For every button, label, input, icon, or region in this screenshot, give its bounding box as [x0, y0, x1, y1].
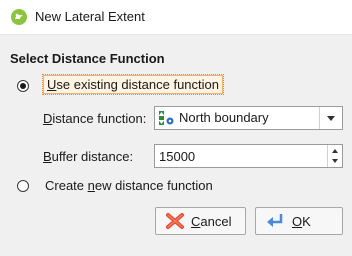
distance-function-icon: [158, 110, 176, 126]
buffer-distance-label: Buffer distance:: [43, 149, 133, 164]
use-existing-accel: U: [47, 77, 57, 92]
ok-text: K: [302, 214, 311, 229]
distance-function-accel: D: [43, 111, 53, 126]
use-existing-label[interactable]: Use existing distance function: [42, 74, 224, 95]
distance-function-select[interactable]: North boundary: [154, 106, 343, 130]
buffer-distance-text: uffer distance:: [51, 149, 134, 164]
title-bar: New Lateral Extent: [0, 0, 352, 35]
spin-buttons: [327, 145, 342, 167]
buffer-distance-spinbox[interactable]: [154, 144, 343, 168]
spin-down-icon[interactable]: [328, 156, 342, 167]
ok-accel: O: [292, 214, 303, 229]
ok-label: OK: [292, 214, 311, 229]
create-new-label[interactable]: Create new distance function: [45, 178, 213, 193]
buffer-distance-input[interactable]: [159, 147, 319, 165]
use-existing-text: se existing distance function: [56, 77, 219, 92]
create-new-text: ew distance function: [94, 178, 213, 193]
buffer-distance-accel: B: [43, 149, 52, 164]
use-existing-radio[interactable]: [17, 80, 29, 92]
cancel-accel: C: [191, 214, 201, 229]
create-new-accel: n: [87, 178, 95, 193]
ok-arrow-icon: [265, 212, 285, 230]
chevron-down-icon[interactable]: [319, 107, 342, 129]
create-new-prefix: Create: [45, 178, 88, 193]
spin-up-icon[interactable]: [328, 145, 342, 156]
cancel-label: Cancel: [191, 214, 231, 229]
cancel-x-icon: [165, 212, 185, 230]
cancel-text: ancel: [200, 214, 232, 229]
dialog-body: Select Distance Function Use existing di…: [0, 35, 352, 256]
distance-function-text: istance function:: [52, 111, 147, 126]
distance-function-value: North boundary: [179, 110, 269, 125]
leapfrog-app-icon: [11, 9, 27, 25]
ok-button[interactable]: OK: [255, 207, 343, 235]
window-title: New Lateral Extent: [35, 9, 145, 24]
distance-function-label: Distance function:: [43, 111, 146, 126]
create-new-radio[interactable]: [17, 180, 29, 192]
cancel-button[interactable]: Cancel: [155, 207, 246, 235]
section-heading: Select Distance Function: [10, 51, 165, 66]
